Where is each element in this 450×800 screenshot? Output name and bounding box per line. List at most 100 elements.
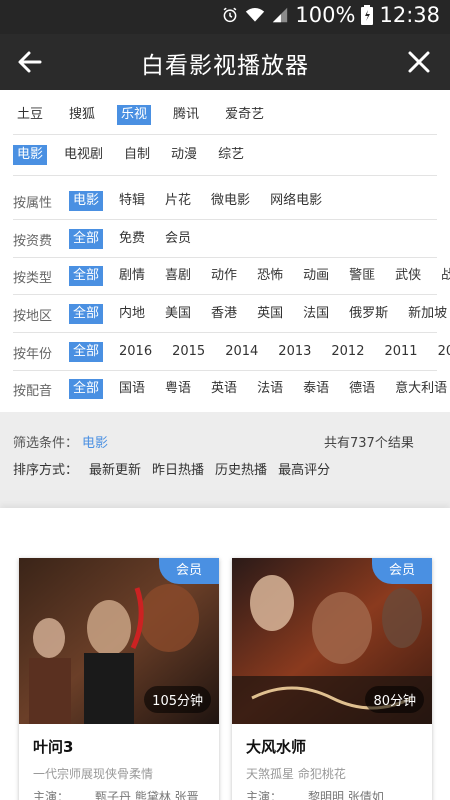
close-icon	[408, 51, 430, 73]
duration-badge: 80分钟	[365, 686, 424, 713]
filter-row-region: 按地区 全部 内地 美国 香港 英国 法国 俄罗斯 新加坡	[13, 295, 450, 333]
app-header: 白看影视播放器	[0, 34, 450, 90]
sort-label: 排序方式：	[13, 463, 79, 478]
filter-option[interactable]: 恐怖	[253, 266, 287, 286]
filter-option[interactable]: 香港	[207, 304, 241, 324]
category-tab[interactable]: 动漫	[167, 145, 201, 165]
filter-condition: 筛选条件： 电影	[13, 432, 108, 451]
filter-option[interactable]: 法语	[253, 379, 287, 399]
filter-option[interactable]: 免费	[115, 229, 149, 249]
filter-option[interactable]: 英语	[207, 379, 241, 399]
filter-option[interactable]: 武侠	[391, 266, 425, 286]
divider	[13, 134, 437, 135]
filter-option[interactable]: 泰语	[299, 379, 333, 399]
filter-option[interactable]: 2014	[221, 342, 262, 362]
cast-names: 甄子丹 熊黛林 张晋	[95, 790, 199, 800]
filter-option[interactable]: 粤语	[161, 379, 195, 399]
movie-card[interactable]: 会员 105分钟 叶问3 一代宗师展现侠骨柔情 主演： 甄子丹 熊黛林 张晋	[19, 558, 219, 800]
page-title: 白看影视播放器	[141, 53, 309, 79]
filter-option[interactable]: 2012	[327, 342, 368, 362]
source-tabs: 土豆 搜狐 乐视 腾讯 爱奇艺	[13, 96, 450, 134]
movie-description: 一代宗师展现侠骨柔情	[33, 767, 154, 781]
filter-option[interactable]: 动作	[207, 266, 241, 286]
vip-badge: 会员	[372, 558, 432, 584]
sort-options: 排序方式： 最新更新 昨日热播 历史热播 最高评分	[13, 459, 330, 478]
category-tab[interactable]: 电视剧	[60, 145, 107, 165]
category-tab[interactable]: 自制	[120, 145, 154, 165]
signal-icon	[271, 6, 289, 24]
result-count: 共有737个结果	[324, 436, 414, 451]
filter-option[interactable]: 内地	[115, 304, 149, 324]
filter-option[interactable]: 微电影	[207, 191, 254, 211]
sort-option-yesterday-hot[interactable]: 昨日热播	[152, 459, 204, 478]
filter-option[interactable]: 2011	[380, 342, 421, 362]
filter-row-label: 按属性	[13, 195, 53, 211]
filter-option[interactable]: 2010	[434, 342, 450, 362]
filter-option[interactable]: 2013	[274, 342, 315, 362]
category-tab[interactable]: 综艺	[214, 145, 248, 165]
cast-label: 主演：	[246, 790, 283, 800]
filter-option[interactable]: 法国	[299, 304, 333, 324]
filter-option[interactable]: 俄罗斯	[345, 304, 392, 324]
wifi-icon	[245, 6, 265, 24]
filter-option-selected[interactable]: 全部	[69, 342, 104, 362]
filter-option[interactable]: 国语	[115, 379, 149, 399]
close-button[interactable]	[406, 49, 432, 75]
filter-option-selected[interactable]: 全部	[69, 266, 104, 286]
movie-cast: 主演： 黎明明 张倩如	[246, 788, 384, 800]
filter-row-label: 按类型	[13, 270, 53, 286]
vip-badge: 会员	[159, 558, 219, 584]
filter-panel: 土豆 搜狐 乐视 腾讯 爱奇艺 电影 电视剧 自制 动漫 综艺 按属性 电影 特…	[0, 90, 450, 412]
battery-icon	[361, 5, 374, 25]
divider	[13, 175, 437, 176]
movie-cast: 主演： 甄子丹 熊黛林 张晋	[33, 788, 199, 800]
movie-title: 大风水师	[246, 738, 307, 756]
filter-option[interactable]: 剧情	[115, 266, 149, 286]
movie-card[interactable]: 会员 80分钟 大风水师 天煞孤星 命犯桃花 主演： 黎明明 张倩如	[232, 558, 432, 800]
movie-title: 叶问3	[33, 738, 74, 756]
filter-option[interactable]: 会员	[161, 229, 195, 249]
filter-condition-label: 筛选条件：	[13, 436, 79, 451]
source-tab[interactable]: 腾讯	[169, 105, 203, 125]
filter-option[interactable]: 片花	[161, 191, 195, 211]
filter-option[interactable]: 2016	[115, 342, 156, 362]
filter-option[interactable]: 意大利语	[391, 379, 450, 399]
battery-percent: 100%	[295, 3, 356, 27]
source-tab[interactable]: 搜狐	[65, 105, 99, 125]
clock-time: 12:38	[379, 3, 440, 27]
filter-option[interactable]: 战争	[437, 266, 450, 286]
filter-option[interactable]: 美国	[161, 304, 195, 324]
filter-option-selected[interactable]: 全部	[69, 304, 104, 324]
filter-option[interactable]: 2015	[168, 342, 209, 362]
filter-row-year: 按年份 全部 2016 2015 2014 2013 2012 2011 201…	[13, 333, 450, 371]
sort-option-latest[interactable]: 最新更新	[89, 459, 141, 478]
alarm-icon	[221, 6, 239, 24]
filter-option-selected[interactable]: 电影	[69, 191, 104, 211]
category-tab-selected[interactable]: 电影	[13, 145, 48, 165]
sort-option-history-hot[interactable]: 历史热播	[215, 459, 267, 478]
sort-option-top-rated[interactable]: 最高评分	[278, 459, 330, 478]
filter-row-genre: 按类型 全部 剧情 喜剧 动作 恐怖 动画 警匪 武侠 战争	[13, 257, 450, 295]
filter-option[interactable]: 新加坡	[404, 304, 450, 324]
filter-option-selected[interactable]: 全部	[69, 229, 104, 249]
source-tab[interactable]: 爱奇艺	[221, 105, 268, 125]
cast-names: 黎明明 张倩如	[308, 790, 384, 800]
filter-row-label: 按年份	[13, 346, 53, 362]
filter-row-label: 按配音	[13, 383, 53, 399]
filter-option[interactable]: 英国	[253, 304, 287, 324]
source-tab-selected[interactable]: 乐视	[117, 105, 152, 125]
movie-description: 天煞孤星 命犯桃花	[246, 767, 346, 781]
filter-option[interactable]: 特辑	[115, 191, 149, 211]
cast-label: 主演：	[33, 790, 70, 800]
filter-option[interactable]: 德语	[345, 379, 379, 399]
filter-option-selected[interactable]: 全部	[69, 379, 104, 399]
filter-option[interactable]: 动画	[299, 266, 333, 286]
source-tab[interactable]: 土豆	[13, 105, 47, 125]
filter-option[interactable]: 网络电影	[266, 191, 326, 211]
status-bar: 100% 12:38	[0, 0, 450, 34]
filter-option[interactable]: 警匪	[345, 266, 379, 286]
filter-option[interactable]: 喜剧	[161, 266, 195, 286]
duration-badge: 105分钟	[144, 686, 211, 713]
filter-row-dub: 按配音 全部 国语 粤语 英语 法语 泰语 德语 意大利语	[13, 370, 450, 408]
movie-grid: 会员 105分钟 叶问3 一代宗师展现侠骨柔情 主演： 甄子丹 熊黛林 张晋 会员…	[0, 508, 450, 800]
